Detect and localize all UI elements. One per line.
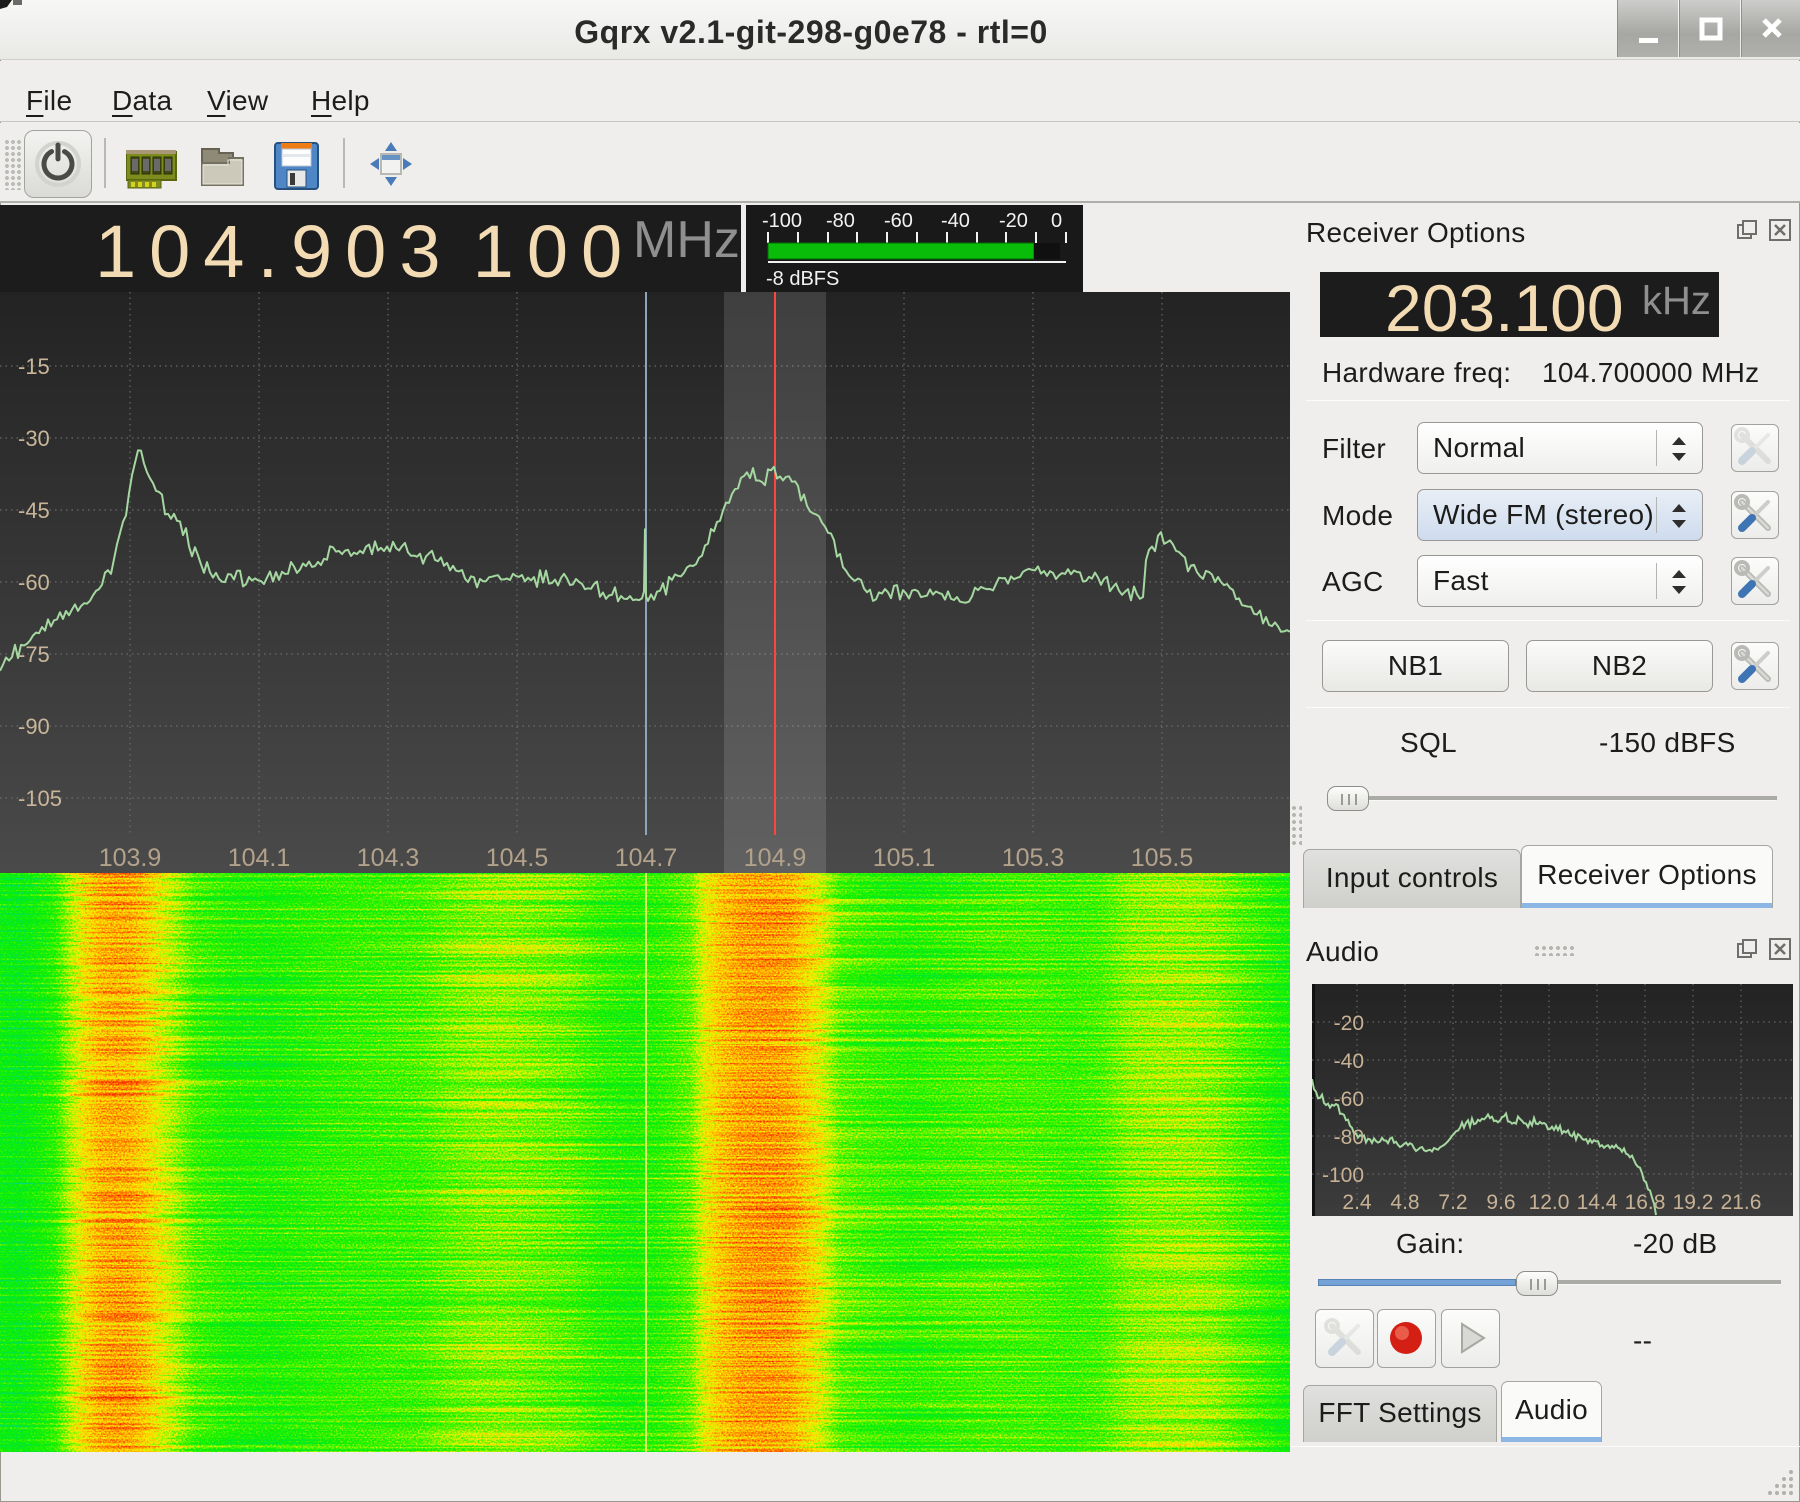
- svg-text:19.2: 19.2: [1673, 1191, 1714, 1214]
- svg-text:2.4: 2.4: [1342, 1191, 1372, 1214]
- svg-text:21.6: 21.6: [1721, 1191, 1762, 1214]
- svg-text:103.9: 103.9: [99, 844, 162, 872]
- svg-text:104.3: 104.3: [357, 844, 420, 872]
- svg-text:-90: -90: [18, 714, 50, 739]
- svg-text:105.3: 105.3: [1002, 844, 1065, 872]
- svg-text:14.4: 14.4: [1577, 1191, 1618, 1214]
- svg-text:16.8: 16.8: [1625, 1191, 1666, 1214]
- svg-text:-100: -100: [1322, 1164, 1364, 1187]
- svg-text:105.5: 105.5: [1131, 844, 1194, 872]
- svg-text:-20: -20: [1334, 1012, 1364, 1035]
- svg-text:104.7: 104.7: [615, 844, 678, 872]
- svg-text:105.1: 105.1: [873, 844, 936, 872]
- svg-text:4.8: 4.8: [1390, 1191, 1419, 1214]
- svg-text:7.2: 7.2: [1438, 1191, 1467, 1214]
- svg-text:-40: -40: [1334, 1050, 1364, 1073]
- svg-text:9.6: 9.6: [1486, 1191, 1515, 1214]
- svg-text:104.5: 104.5: [486, 844, 549, 872]
- svg-text:-105: -105: [18, 786, 62, 811]
- svg-text:-15: -15: [18, 354, 50, 379]
- svg-text:-30: -30: [18, 426, 50, 451]
- svg-text:-80: -80: [1334, 1126, 1364, 1149]
- svg-text:-75: -75: [18, 642, 50, 667]
- svg-text:12.0: 12.0: [1529, 1191, 1570, 1214]
- svg-text:104.1: 104.1: [228, 844, 291, 872]
- svg-text:-60: -60: [1334, 1088, 1364, 1111]
- svg-text:-45: -45: [18, 498, 50, 523]
- svg-text:104.9: 104.9: [744, 844, 807, 872]
- svg-text:-60: -60: [18, 570, 50, 595]
